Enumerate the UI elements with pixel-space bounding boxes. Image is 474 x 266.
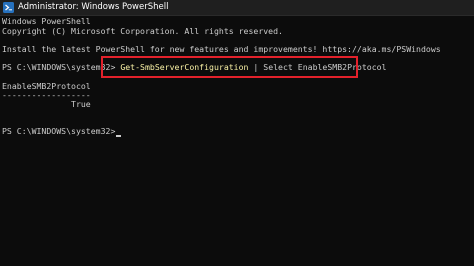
install-line: Install the latest PowerShell for new fe… [2,44,441,54]
window-title: Administrator: Windows PowerShell [18,2,169,12]
output-value: True [2,99,91,109]
text-cursor [116,135,122,137]
title-bar[interactable]: Administrator: Windows PowerShell [0,0,474,16]
command-highlight-box [101,56,358,78]
powershell-icon [3,2,14,13]
prompt: PS C:\WINDOWS\system32> [2,126,116,136]
console-output[interactable]: Windows PowerShell Copyright (C) Microso… [2,16,474,266]
copyright-line: Copyright (C) Microsoft Corporation. All… [2,26,283,36]
prompt-line[interactable]: PS C:\WINDOWS\system32> [2,126,122,137]
powershell-window: Administrator: Windows PowerShell Window… [0,0,474,266]
